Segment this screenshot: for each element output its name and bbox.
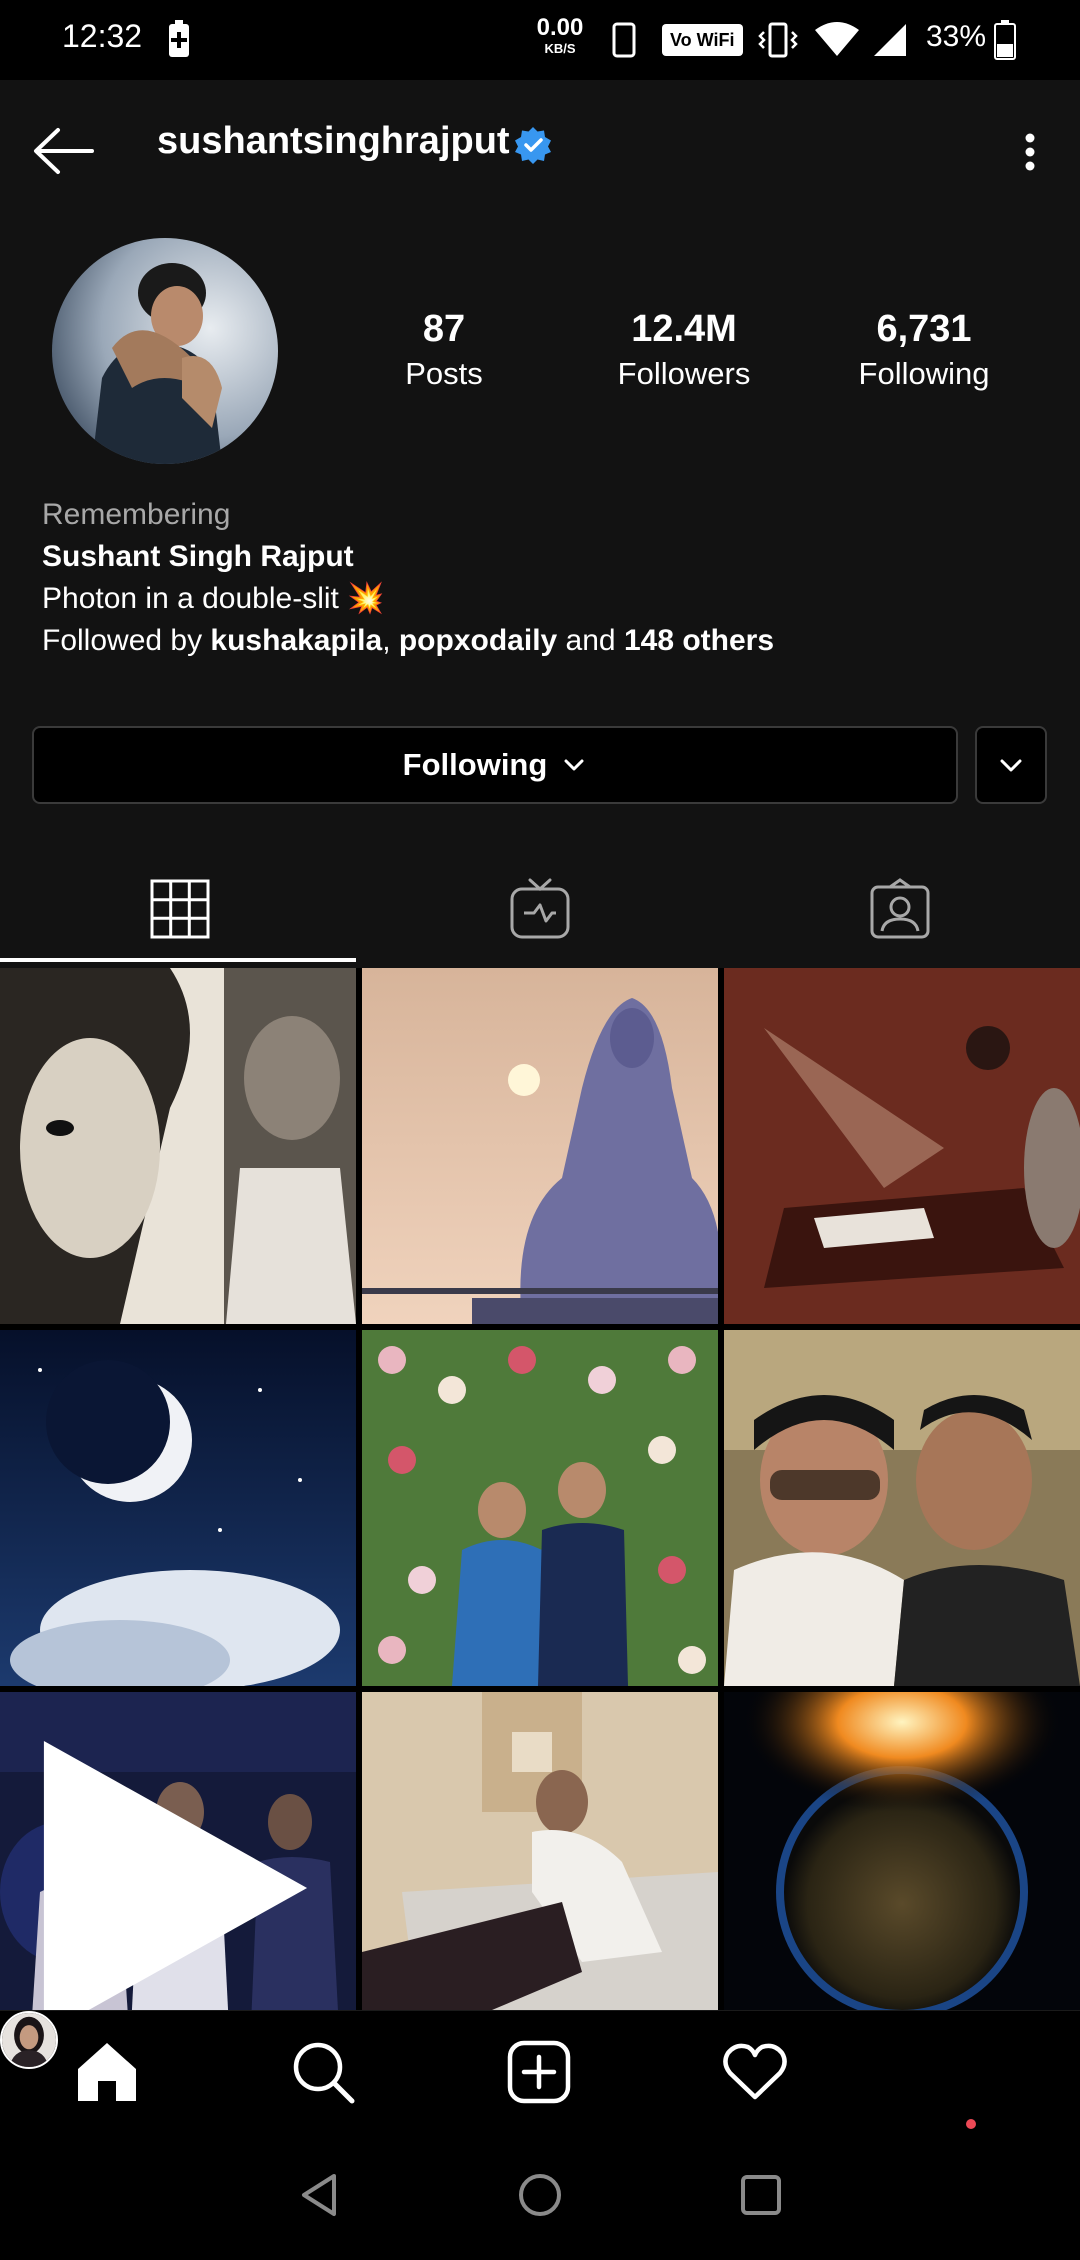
profile-avatar[interactable] [52, 238, 278, 464]
status-time: 12:32 [62, 18, 143, 54]
full-name: Sushant Singh Rajput [42, 540, 354, 573]
vibrate-icon [758, 22, 798, 58]
more-options-icon[interactable] [1010, 116, 1050, 186]
add-post-icon[interactable] [504, 2037, 574, 2107]
following-count: 6,731 [876, 308, 972, 350]
suggested-accounts-button[interactable] [975, 726, 1047, 804]
posts-label: Posts [405, 356, 483, 391]
tab-tagged[interactable] [720, 854, 1080, 964]
post-thumbnail[interactable] [724, 968, 1080, 1324]
notification-dot [966, 2119, 976, 2129]
followers-stat[interactable]: 12.4M Followers [574, 306, 794, 396]
followed-by-user[interactable]: kushakapila [210, 624, 382, 657]
grid-icon [150, 879, 210, 939]
posts-grid [0, 968, 1080, 2010]
tagged-user-icon [870, 878, 930, 939]
status-bar: 12:32 0.00 KB/S Vo WiFi 33% [0, 0, 1080, 80]
igtv-icon [510, 878, 570, 939]
post-thumbnail[interactable] [724, 1330, 1080, 1686]
following-button-label: Following [402, 747, 548, 782]
post-thumbnail[interactable] [362, 968, 718, 1324]
post-thumbnail[interactable] [0, 968, 356, 1324]
battery-icon [994, 20, 1016, 60]
back-arrow-icon[interactable] [28, 116, 98, 186]
followed-by[interactable]: Followed by kushakapila, popxodaily and … [42, 620, 1042, 662]
system-home-icon[interactable] [515, 2170, 565, 2220]
top-bar: sushantsinghrajput [0, 80, 1080, 206]
followed-by-user[interactable]: popxodaily [399, 624, 557, 657]
chevron-down-icon [1000, 759, 1022, 772]
posts-stat: 87 Posts [334, 306, 554, 396]
profile-screen: sushantsinghrajput 87 Posts 12.4M Follow… [0, 80, 1080, 2130]
posts-count: 87 [422, 308, 466, 350]
battery-percent: 33% [926, 20, 987, 53]
post-thumbnail[interactable] [724, 1692, 1080, 2010]
chevron-down-icon [564, 759, 584, 771]
verified-badge-icon [515, 127, 551, 164]
battery-saver-icon [169, 20, 189, 57]
post-thumbnail[interactable] [362, 1330, 718, 1686]
active-tab-indicator [0, 958, 356, 962]
collision-emoji-icon: 💥 [347, 582, 385, 615]
profile-username: sushantsinghrajput [157, 120, 510, 162]
wifi-icon [815, 22, 859, 56]
system-navigation-bar [0, 2130, 1080, 2260]
system-back-icon[interactable] [294, 2170, 344, 2220]
search-icon[interactable] [288, 2037, 358, 2107]
phone-icon [612, 22, 636, 58]
bottom-navigation [0, 2010, 1080, 2130]
volte-badge: Vo WiFi [662, 24, 743, 56]
system-recents-icon[interactable] [736, 2170, 786, 2220]
followed-by-others[interactable]: 148 others [624, 624, 774, 657]
following-stat[interactable]: 6,731 Following [814, 306, 1034, 396]
post-thumbnail[interactable] [0, 1330, 356, 1686]
tab-igtv[interactable] [360, 854, 720, 964]
following-label: Following [858, 356, 990, 391]
heart-icon[interactable] [720, 2037, 790, 2107]
home-icon[interactable] [72, 2037, 142, 2107]
post-thumbnail[interactable] [0, 1692, 356, 2010]
signal-icon [874, 24, 906, 56]
bio-tagline: Photon in a double-slit 💥 [42, 582, 385, 615]
post-thumbnail[interactable] [362, 1692, 718, 2010]
profile-tab-avatar[interactable] [0, 2011, 58, 2069]
followers-count: 12.4M [631, 308, 737, 350]
followers-label: Followers [617, 356, 751, 391]
video-play-icon [43, 1740, 308, 2010]
tab-posts-grid[interactable] [0, 854, 360, 964]
memorial-caption: Remembering [42, 498, 231, 531]
profile-tabs [0, 854, 1080, 964]
following-button[interactable]: Following [32, 726, 958, 804]
network-speed: 0.00 KB/S [536, 14, 584, 56]
profile-bio: Remembering Sushant Singh Rajput Photon … [42, 494, 1042, 662]
